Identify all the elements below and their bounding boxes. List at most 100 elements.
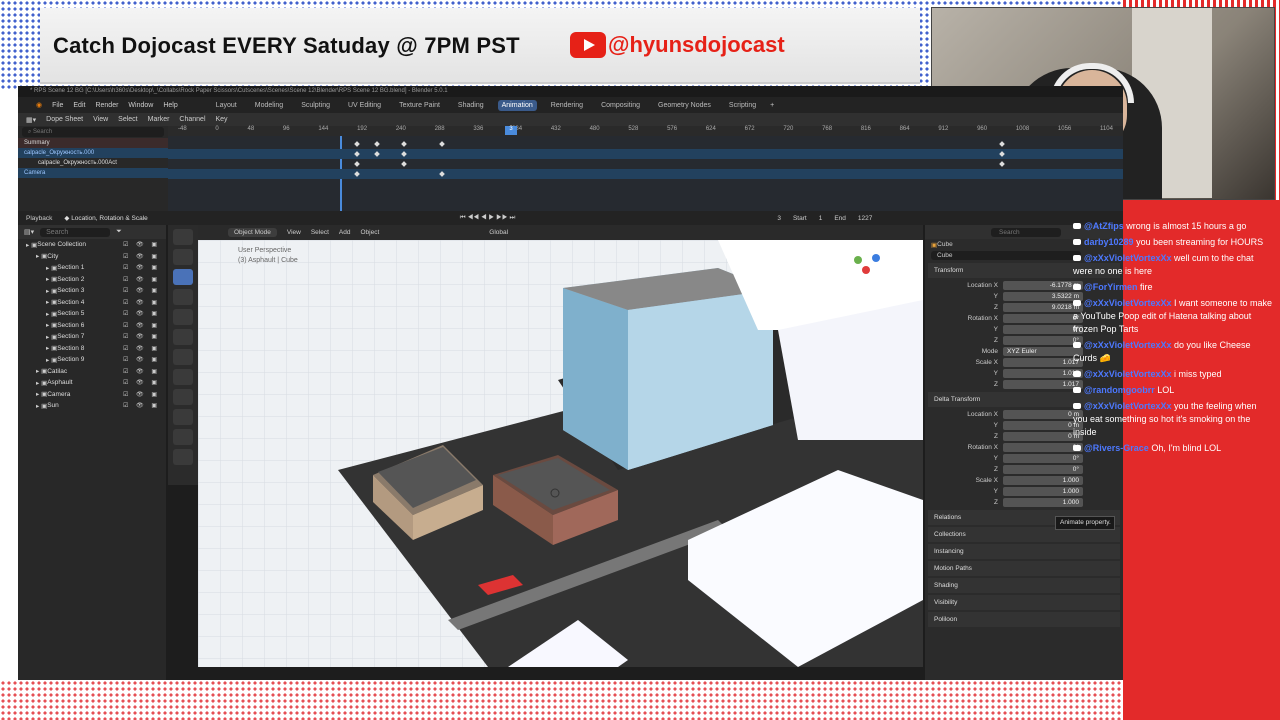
- visibility-icon[interactable]: ☑ 👁 ▣: [123, 322, 160, 329]
- viewport-scene[interactable]: User Perspective (3) Asphault | Cube: [198, 240, 923, 667]
- keyframe[interactable]: [354, 161, 360, 167]
- add-workspace-icon[interactable]: +: [770, 102, 774, 109]
- tool-button[interactable]: [173, 249, 193, 265]
- tab-layout[interactable]: Layout: [212, 100, 241, 111]
- data-name-field[interactable]: Cube: [931, 251, 1081, 260]
- keying-set[interactable]: ◆ Location, Rotation & Scale: [64, 214, 147, 222]
- property-section[interactable]: Instancing: [928, 544, 1120, 559]
- tab-uv-editing[interactable]: UV Editing: [344, 100, 385, 111]
- playback-menu[interactable]: Playback: [26, 215, 52, 222]
- dope-search[interactable]: ⌕ Search: [22, 127, 164, 137]
- visibility-icon[interactable]: ☑ 👁 ▣: [123, 368, 160, 375]
- collection-icon[interactable]: ▸ ▣: [26, 241, 37, 249]
- channel-object[interactable]: calpacle_Окружность.000: [18, 148, 168, 158]
- keyframe[interactable]: [354, 141, 360, 147]
- visibility-icon[interactable]: ☑ 👁 ▣: [123, 379, 160, 386]
- collection-icon[interactable]: ▸ ▣: [46, 333, 57, 341]
- visibility-icon[interactable]: ☑ 👁 ▣: [123, 264, 160, 271]
- dope-menu-key[interactable]: Key: [216, 116, 228, 123]
- property-value[interactable]: -6.1778 m: [1003, 281, 1083, 290]
- menu-help[interactable]: Help: [163, 102, 177, 109]
- dope-menu-select[interactable]: Select: [118, 116, 137, 123]
- menu-file[interactable]: File: [52, 102, 63, 109]
- visibility-icon[interactable]: ☑ 👁 ▣: [123, 333, 160, 340]
- visibility-icon[interactable]: ☑ 👁 ▣: [123, 241, 160, 248]
- transport-controls[interactable]: ⏮ ◀◀ ◀ ▶ ▶▶ ⏭: [460, 214, 516, 222]
- keyframe[interactable]: [401, 141, 407, 147]
- keyframe[interactable]: [374, 141, 380, 147]
- vp-menu-view[interactable]: View: [287, 229, 301, 236]
- outliner-item[interactable]: ▸ ▣ Section 5 ☑ 👁 ▣: [18, 308, 166, 320]
- outliner-item[interactable]: ▸ ▣ Section 2 ☑ 👁 ▣: [18, 274, 166, 286]
- property-section[interactable]: Visibility: [928, 595, 1120, 610]
- frame-ruler[interactable]: -48 0 48 96 144 192 240 288 336 384 432 480 528 576 62…: [168, 126, 1123, 136]
- dope-menu-marker[interactable]: Marker: [148, 116, 170, 123]
- vp-menu-select[interactable]: Select: [311, 229, 329, 236]
- outliner-item[interactable]: ▸ ▣ City ☑ 👁 ▣: [18, 251, 166, 263]
- property-value[interactable]: 0°: [1003, 465, 1083, 474]
- property-value[interactable]: 0 m: [1003, 432, 1083, 441]
- dope-menu-channel[interactable]: Channel: [179, 116, 205, 123]
- tab-rendering[interactable]: Rendering: [547, 100, 587, 111]
- tab-geometry-nodes[interactable]: Geometry Nodes: [654, 100, 715, 111]
- property-value[interactable]: 1.017: [1003, 380, 1083, 389]
- property-section[interactable]: Motion Paths: [928, 561, 1120, 576]
- tab-modeling[interactable]: Modeling: [251, 100, 287, 111]
- property-value[interactable]: 0°: [1003, 443, 1083, 452]
- tool-button[interactable]: [173, 289, 193, 305]
- collection-icon[interactable]: ▸ ▣: [36, 390, 47, 398]
- tool-button[interactable]: [173, 229, 193, 245]
- editor-type-icon[interactable]: ▦▾: [26, 116, 36, 124]
- tool-button[interactable]: [173, 449, 193, 465]
- menu-window[interactable]: Window: [128, 102, 153, 109]
- 3d-viewport[interactable]: Object Mode View Select Add Object Globa…: [198, 225, 923, 667]
- outliner-item[interactable]: ▸ ▣ Sun ☑ 👁 ▣: [18, 400, 166, 412]
- start-frame-field[interactable]: 1: [819, 215, 823, 222]
- property-value[interactable]: 0°: [1003, 314, 1083, 323]
- outliner-item[interactable]: ▸ ▣ Camera ☑ 👁 ▣: [18, 389, 166, 401]
- visibility-icon[interactable]: ☑ 👁 ▣: [123, 299, 160, 306]
- collection-icon[interactable]: ▸ ▣: [46, 310, 57, 318]
- outliner-item[interactable]: ▸ ▣ Scene Collection ☑ 👁 ▣: [18, 239, 166, 251]
- tool-button[interactable]: [173, 429, 193, 445]
- object-name[interactable]: Cube: [937, 241, 953, 248]
- tool-button[interactable]: [173, 409, 193, 425]
- property-value[interactable]: 1.000: [1003, 487, 1083, 496]
- collection-icon[interactable]: ▸ ▣: [46, 275, 57, 283]
- property-value[interactable]: 0°: [1003, 325, 1083, 334]
- keyframe[interactable]: [374, 151, 380, 157]
- menu-edit[interactable]: Edit: [73, 102, 85, 109]
- property-value[interactable]: 0 m: [1003, 410, 1083, 419]
- vp-menu-object[interactable]: Object: [361, 229, 380, 236]
- outliner-item[interactable]: ▸ ▣ Section 3 ☑ 👁 ▣: [18, 285, 166, 297]
- tool-button[interactable]: [173, 329, 193, 345]
- property-value[interactable]: 1.017: [1003, 358, 1083, 367]
- collection-icon[interactable]: ▸ ▣: [36, 252, 47, 260]
- collection-icon[interactable]: ▸ ▣: [36, 367, 47, 375]
- channel-action[interactable]: calpacle_Окружность.000Act: [18, 158, 168, 168]
- outliner-search[interactable]: Search: [40, 227, 111, 237]
- keyframe[interactable]: [439, 171, 445, 177]
- channel-camera[interactable]: Camera: [18, 168, 168, 178]
- property-value[interactable]: 9.0218 m: [1003, 303, 1083, 312]
- keyframe[interactable]: [999, 161, 1005, 167]
- visibility-icon[interactable]: ☑ 👁 ▣: [123, 287, 160, 294]
- keyframe[interactable]: [999, 141, 1005, 147]
- keyframe[interactable]: [439, 141, 445, 147]
- tab-sculpting[interactable]: Sculpting: [297, 100, 334, 111]
- tab-texture-paint[interactable]: Texture Paint: [395, 100, 444, 111]
- collection-icon[interactable]: ▸ ▣: [46, 321, 57, 329]
- object-mode-dropdown[interactable]: Object Mode: [228, 228, 277, 237]
- keyframe[interactable]: [354, 151, 360, 157]
- property-value[interactable]: 1.017: [1003, 369, 1083, 378]
- property-section[interactable]: Shading: [928, 578, 1120, 593]
- dope-menu-view[interactable]: View: [93, 116, 108, 123]
- outliner-item[interactable]: ▸ ▣ Section 7 ☑ 👁 ▣: [18, 331, 166, 343]
- vp-menu-add[interactable]: Add: [339, 229, 351, 236]
- menu-render[interactable]: Render: [95, 102, 118, 109]
- tab-scripting[interactable]: Scripting: [725, 100, 760, 111]
- keyframe-area[interactable]: 3: [168, 126, 1123, 211]
- keyframe[interactable]: [999, 151, 1005, 157]
- end-frame-field[interactable]: 1227: [858, 215, 872, 222]
- tab-animation[interactable]: Animation: [497, 99, 537, 111]
